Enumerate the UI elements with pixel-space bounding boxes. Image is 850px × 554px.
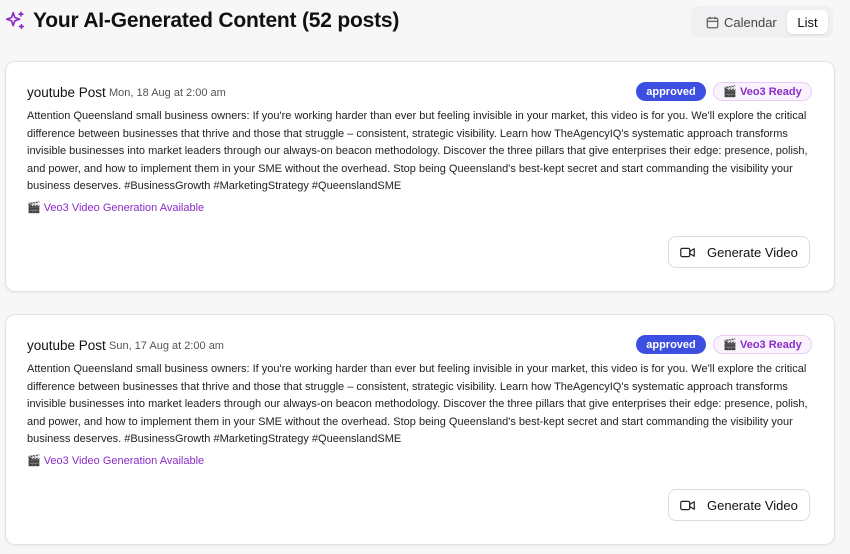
clapperboard-icon: 🎬 bbox=[723, 86, 737, 98]
calendar-view-button[interactable]: Calendar bbox=[697, 10, 781, 34]
post-platform: youtube Post bbox=[27, 85, 106, 100]
veo-generation-label: Veo3 Video Generation Available bbox=[43, 201, 205, 214]
page-title: Your AI-Generated Content (52 posts) bbox=[33, 9, 400, 32]
veo-ready-label: Veo3 Ready bbox=[739, 85, 802, 98]
veo-generation-label: Veo3 Video Generation Available bbox=[43, 454, 205, 467]
post-date: Sun, 17 Aug at 2:00 am bbox=[109, 340, 224, 352]
list-view-button[interactable]: List bbox=[787, 10, 828, 34]
calendar-view-label: Calendar bbox=[724, 14, 777, 30]
video-camera-icon bbox=[680, 247, 695, 257]
veo-generation-link[interactable]: 🎬 Veo3 Video Generation Available bbox=[27, 454, 205, 468]
generate-video-label: Generate Video bbox=[707, 244, 798, 260]
view-toggle: Calendar List bbox=[691, 6, 833, 38]
post-card: youtube Post Sun, 17 Aug at 2:00 am appr… bbox=[5, 314, 835, 545]
post-date: Mon, 18 Aug at 2:00 am bbox=[109, 87, 226, 99]
post-card: youtube Post Mon, 18 Aug at 2:00 am appr… bbox=[5, 61, 835, 292]
post-body: Attention Queensland small business owne… bbox=[27, 110, 808, 193]
veo-ready-label: Veo3 Ready bbox=[739, 338, 802, 351]
page-header: Your AI-Generated Content (52 posts) Cal… bbox=[0, 0, 850, 44]
post-body: Attention Queensland small business owne… bbox=[27, 363, 808, 446]
status-badge: approved bbox=[636, 82, 706, 101]
sparkles-icon bbox=[5, 11, 25, 30]
generate-video-button[interactable]: Generate Video bbox=[668, 236, 810, 268]
calendar-icon bbox=[706, 16, 719, 28]
veo-ready-badge: 🎬 Veo3 Ready bbox=[713, 335, 812, 354]
veo-ready-badge: 🎬 Veo3 Ready bbox=[713, 82, 812, 101]
status-badge: approved bbox=[636, 335, 706, 354]
clapperboard-icon: 🎬 bbox=[27, 455, 41, 467]
list-view-label: List bbox=[797, 14, 818, 30]
clapperboard-icon: 🎬 bbox=[723, 339, 737, 351]
post-platform: youtube Post bbox=[27, 338, 106, 353]
generate-video-label: Generate Video bbox=[707, 497, 798, 513]
generate-video-button[interactable]: Generate Video bbox=[668, 489, 810, 521]
video-camera-icon bbox=[680, 500, 695, 510]
veo-generation-link[interactable]: 🎬 Veo3 Video Generation Available bbox=[27, 201, 205, 215]
clapperboard-icon: 🎬 bbox=[27, 202, 41, 214]
